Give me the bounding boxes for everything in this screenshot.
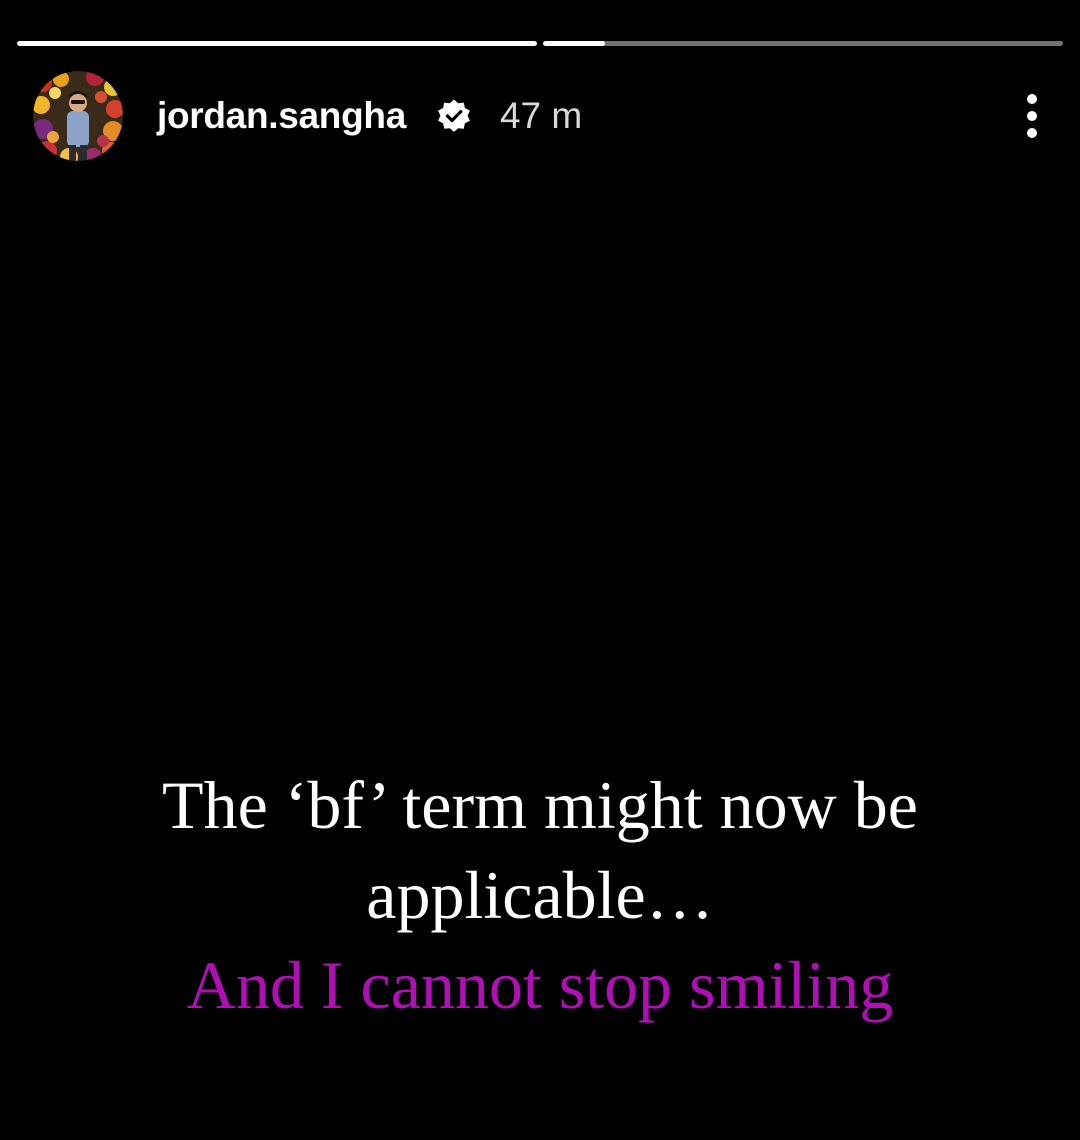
avatar-image	[33, 71, 123, 161]
story-header: jordan.sangha 47 m	[33, 70, 1040, 162]
progress-segment-1	[17, 41, 537, 46]
story-progress-bar	[17, 41, 1063, 46]
progress-fill-2	[543, 41, 606, 46]
timestamp: 47 m	[499, 95, 583, 136]
username[interactable]: jordan.sangha	[157, 95, 406, 137]
progress-fill-1	[17, 41, 537, 46]
caption-line-2: applicable…	[366, 857, 714, 933]
story-caption: The ‘bf’ term might now be applicable… A…	[0, 760, 1080, 1030]
verified-badge-icon	[436, 98, 472, 134]
caption-line-1: The ‘bf’ term might now be	[162, 767, 918, 843]
more-vertical-icon	[1027, 94, 1037, 138]
avatar[interactable]	[33, 71, 123, 161]
caption-line-3: And I cannot stop smiling	[186, 947, 894, 1023]
more-options-button[interactable]	[1012, 86, 1052, 146]
progress-segment-2	[543, 41, 1063, 46]
